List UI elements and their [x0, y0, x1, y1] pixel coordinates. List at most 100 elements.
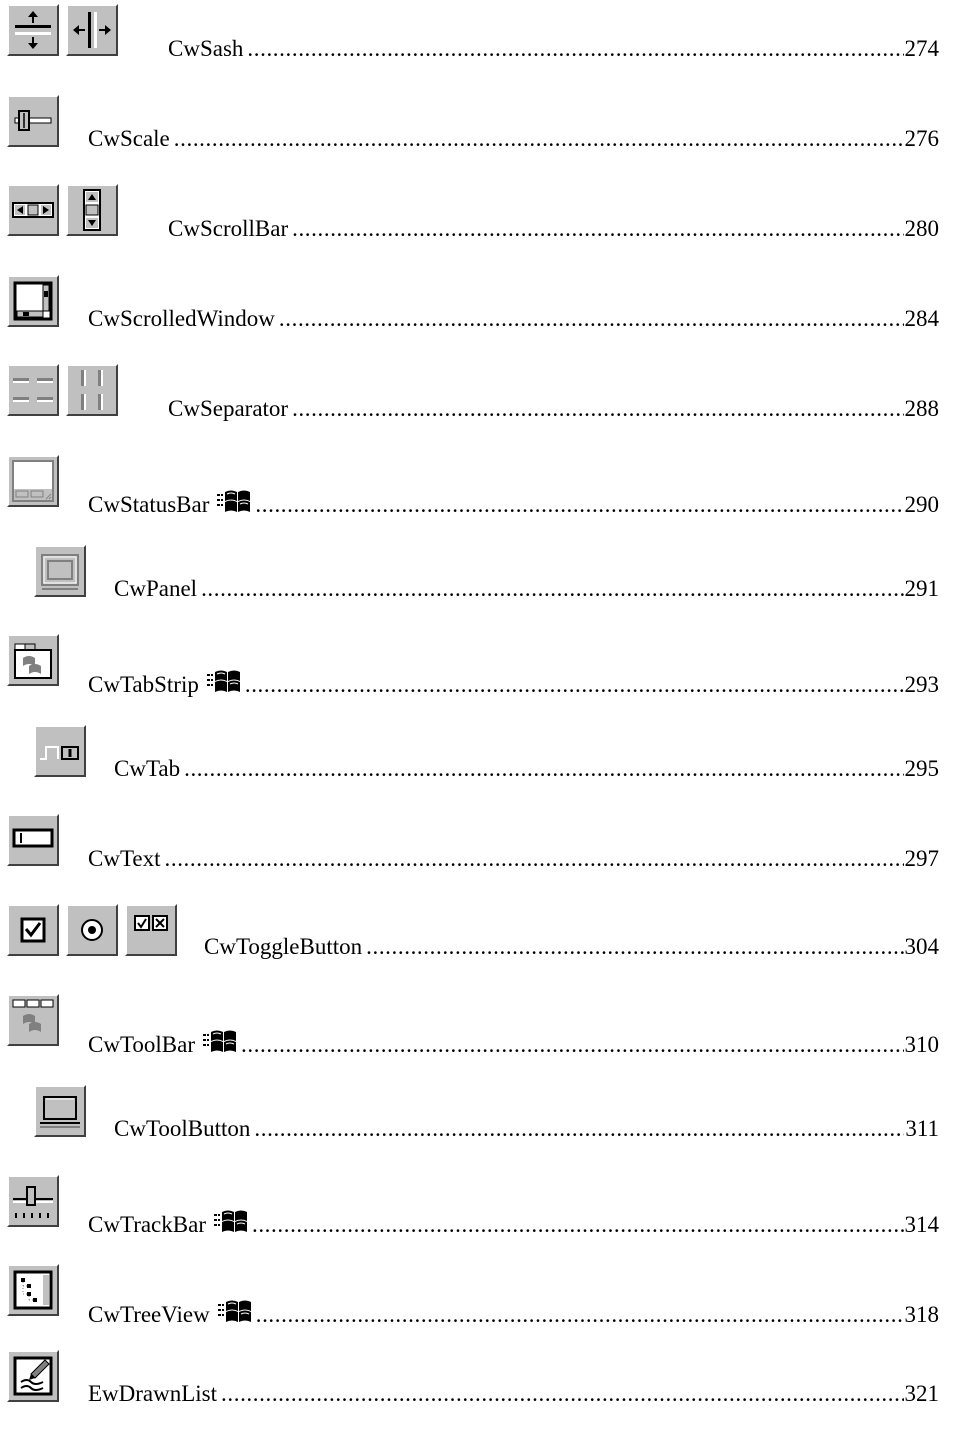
entry-name: CwToolButton: [114, 1116, 251, 1141]
sash-vertical-icon: [66, 4, 118, 56]
page-number: 304: [904, 934, 940, 959]
dot-leader: [247, 36, 903, 62]
page-number: 276: [904, 126, 940, 151]
index-line: CwStatusBar 290: [88, 486, 939, 518]
index-entry-cwtoolbar: CwToolBar 310: [0, 990, 953, 1080]
entry-name: CwSeparator: [168, 396, 289, 421]
entry-name: CwTabStrip: [88, 672, 199, 697]
index-line: CwTrackBar 314: [88, 1206, 939, 1238]
entry-name: CwText: [88, 846, 161, 871]
page-number: 280: [904, 216, 940, 241]
index-entry-cwtabstrip: CwTabStrip 293: [0, 630, 953, 720]
entry-name: EwDrawnList: [88, 1381, 218, 1406]
scrollbar-horizontal-icon: [7, 184, 59, 236]
tabstrip-icon: [7, 634, 59, 686]
windows-flag-icon: [213, 1208, 248, 1234]
index-entry-cwtogglebutton: CwToggleButton 304: [0, 900, 953, 990]
toolbutton-icon: [34, 1085, 86, 1137]
dot-leader: [241, 1032, 904, 1058]
tab-icon: [34, 725, 86, 777]
dot-leader: [255, 492, 903, 518]
dot-leader: [165, 846, 904, 872]
dot-leader: [256, 1302, 904, 1328]
separator-vertical-icon: [66, 364, 118, 416]
index-line: CwPanel 291: [114, 576, 939, 602]
checkbox-icon: [7, 904, 59, 956]
trackbar-icon: [7, 1175, 59, 1227]
index-line: CwSash 274: [168, 36, 939, 62]
page-number: 284: [904, 306, 940, 331]
windows-flag-icon: [203, 1028, 237, 1054]
text-icon: [7, 814, 59, 866]
index-line: CwText 297: [88, 846, 939, 872]
page-number: 297: [904, 846, 940, 871]
index-entry-cwtrackbar: CwTrackBar 314: [0, 1170, 953, 1260]
page-number: 293: [904, 672, 940, 697]
index-line: CwToggleButton 304: [204, 934, 939, 960]
index-line: CwScrollBar 280: [168, 216, 939, 242]
page-number: 321: [904, 1381, 940, 1406]
index-line: EwDrawnList 321: [88, 1381, 939, 1407]
page-number: 291: [904, 576, 940, 601]
page-number: 314: [904, 1212, 940, 1237]
page-number: 311: [905, 1116, 939, 1141]
dot-leader: [254, 1116, 904, 1142]
dot-leader: [174, 126, 904, 152]
entry-name: CwTrackBar: [88, 1212, 206, 1237]
dot-leader: [366, 934, 903, 960]
dot-leader: [201, 576, 903, 602]
scale-icon: [7, 95, 59, 147]
entry-name: CwTreeView: [88, 1302, 210, 1327]
dot-leader: [279, 306, 904, 332]
index-page: { "entries": [ {"name": "CwSash", "page"…: [0, 0, 953, 1406]
index-line: CwSeparator 288: [168, 396, 939, 422]
index-entry-cwscale: CwScale 276: [0, 90, 953, 180]
index-line: CwScale 276: [88, 126, 939, 152]
toggle-pair-icon: [125, 904, 177, 956]
index-entry-cwseparator: CwSeparator 288: [0, 360, 953, 450]
index-entry-cwtab: CwTab 295: [0, 720, 953, 810]
entry-name: CwStatusBar: [88, 492, 210, 517]
page-number: 310: [904, 1032, 940, 1057]
page-number: 318: [904, 1302, 940, 1327]
index-entry-cwpanel: CwPanel 291: [0, 540, 953, 630]
windows-flag-icon: [217, 1298, 252, 1324]
index-entry-ewdrawnlist: EwDrawnList 321: [0, 1350, 953, 1440]
dot-leader: [245, 672, 904, 698]
index-line: CwToolButton 311: [114, 1116, 939, 1142]
index-line: CwTreeView 318: [88, 1296, 939, 1328]
entry-name: CwScrolledWindow: [88, 306, 275, 331]
index-entry-cwstatusbar: CwStatusBar 290: [0, 450, 953, 540]
index-entry-cwsash: CwSash 274: [0, 0, 953, 90]
entry-name: CwToggleButton: [204, 934, 363, 959]
dot-leader: [252, 1212, 904, 1238]
entry-name: CwSash: [168, 36, 244, 61]
entry-name: CwToolBar: [88, 1032, 195, 1057]
dot-leader: [184, 756, 903, 782]
sash-horizontal-icon: [7, 4, 59, 56]
page-number: 274: [904, 36, 940, 61]
index-line: CwScrolledWindow 284: [88, 306, 939, 332]
page-number: 295: [904, 756, 940, 781]
dot-leader: [221, 1381, 903, 1407]
entry-name: CwScrollBar: [168, 216, 289, 241]
scrolled-window-icon: [7, 275, 59, 327]
toolbar-icon: [7, 994, 59, 1046]
index-entry-cwtreeview: CwTreeView 318: [0, 1260, 953, 1350]
index-entry-cwtext: CwText 297: [0, 810, 953, 900]
panel-icon: [34, 545, 86, 597]
index-line: CwTabStrip 293: [88, 666, 939, 698]
entry-name: CwTab: [114, 756, 181, 781]
windows-flag-icon: [206, 668, 241, 694]
treeview-icon: [7, 1264, 59, 1316]
index-entry-cwscrolledwindow: CwScrolledWindow 284: [0, 270, 953, 360]
windows-flag-icon: [217, 488, 251, 514]
separator-horizontal-icon: [7, 364, 59, 416]
page-number: 290: [904, 492, 940, 517]
entry-name: CwPanel: [114, 576, 198, 601]
entry-name: CwScale: [88, 126, 170, 151]
dot-leader: [292, 216, 903, 242]
page-number: 288: [904, 396, 940, 421]
drawn-list-icon: [7, 1350, 59, 1402]
statusbar-icon: [7, 455, 59, 507]
